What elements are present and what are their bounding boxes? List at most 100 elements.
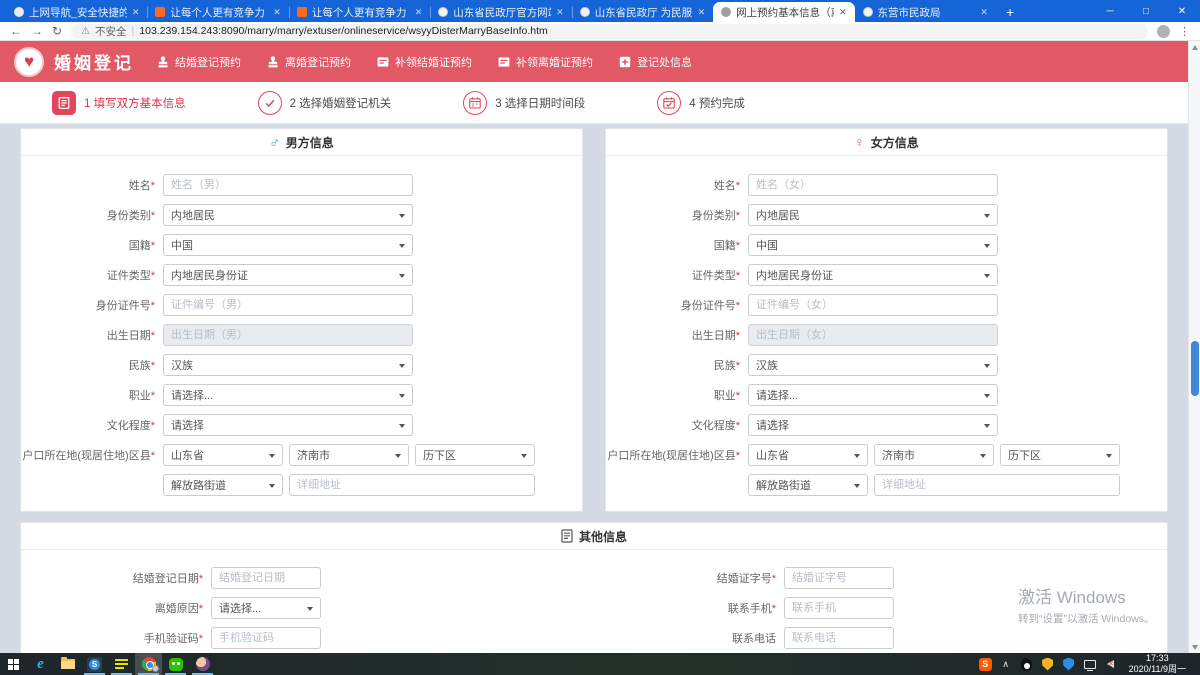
female-identity-category-select[interactable]: 内地居民	[748, 204, 998, 226]
maximize-button[interactable]: □	[1128, 0, 1164, 22]
site-nav-item-3[interactable]: 补领结婚证预约	[376, 54, 472, 70]
scrollbar-thumb[interactable]	[1191, 341, 1199, 396]
browser-tab[interactable]: 东营市民政局✕	[855, 2, 996, 22]
address-bar[interactable]: ⚠ 不安全 | 103.239.154.243:8090/marry/marry…	[71, 24, 1148, 39]
tab-close-icon[interactable]: ✕	[556, 7, 564, 18]
male-nationality-select[interactable]: 中国	[163, 234, 413, 256]
required-marker: *	[151, 210, 155, 222]
male-panel-body: 姓名*身份类别*内地居民国籍*中国证件类型*内地居民身份证身份证件号*出生日期*…	[21, 156, 582, 496]
taskbar-clock[interactable]: 17:33 2020/11/9周一	[1125, 653, 1194, 675]
other-sms-verify-code-input[interactable]	[211, 627, 321, 649]
male-occupation-select[interactable]: 请选择...	[163, 384, 413, 406]
scroll-up-arrow-icon[interactable]	[1189, 41, 1200, 53]
close-button[interactable]: ✕	[1164, 0, 1200, 22]
qq-icon[interactable]	[1020, 657, 1034, 671]
select-value: 济南市	[297, 447, 330, 463]
other-contact-mobile-input[interactable]	[784, 597, 894, 619]
female-certificate-number-input[interactable]	[748, 294, 998, 316]
step-4[interactable]: 4 预约完成	[657, 91, 745, 115]
scroll-down-arrow-icon[interactable]	[1189, 641, 1200, 653]
sogou-input-icon[interactable]: S	[979, 658, 992, 671]
shield-blue-icon[interactable]	[1062, 657, 1076, 671]
step-1[interactable]: 1 填写双方基本信息	[52, 91, 186, 115]
volume-muted-icon[interactable]	[1104, 657, 1118, 671]
female-certificate-type-select[interactable]: 内地居民身份证	[748, 264, 998, 286]
file-explorer-icon[interactable]	[54, 653, 81, 675]
tab-close-icon[interactable]: ✕	[273, 7, 281, 18]
male-ethnicity-select[interactable]: 汉族	[163, 354, 413, 376]
female-name-input[interactable]	[748, 174, 998, 196]
required-marker: *	[736, 300, 740, 312]
male-street-select[interactable]: 解放路街道	[163, 474, 283, 496]
female-nationality-select[interactable]: 中国	[748, 234, 998, 256]
select-value: 汉族	[171, 357, 193, 373]
start-button[interactable]	[0, 653, 27, 675]
browser-tab[interactable]: 上网导航_安全快捷的网址大全✕	[6, 2, 147, 22]
tab-close-icon[interactable]: ✕	[980, 7, 988, 18]
other-marriage-register-date-input[interactable]	[211, 567, 321, 589]
site-nav-item-5[interactable]: 登记处信息	[618, 54, 692, 70]
site-nav-item-2[interactable]: 离婚登记预约	[266, 54, 351, 70]
network-icon[interactable]	[1083, 657, 1097, 671]
other-contact-phone-input[interactable]	[784, 627, 894, 649]
tab-close-icon[interactable]: ✕	[839, 7, 847, 18]
site-nav-item-4[interactable]: 补领离婚证预约	[497, 54, 593, 70]
step-2[interactable]: 2 选择婚姻登记机关	[258, 91, 392, 115]
chrome-icon[interactable]	[135, 653, 162, 675]
tab-close-icon[interactable]: ✕	[415, 7, 423, 18]
female-district-select[interactable]: 历下区	[1000, 444, 1120, 466]
browser-menu-icon[interactable]: ⋮	[1179, 25, 1190, 38]
wechat-icon[interactable]	[162, 653, 189, 675]
shield-yellow-icon[interactable]	[1041, 657, 1055, 671]
system-tray: S ∧ 17:33 2020/11/9周一	[979, 653, 1200, 675]
male-city-select[interactable]: 济南市	[289, 444, 409, 466]
gov-site-favicon	[863, 7, 873, 17]
video-app-icon[interactable]	[189, 653, 216, 675]
tab-close-icon[interactable]: ✕	[698, 7, 706, 18]
page-scrollbar[interactable]	[1188, 41, 1200, 653]
select-value: 汉族	[756, 357, 778, 373]
female-detailed-address-input[interactable]	[874, 474, 1120, 496]
female-city-select[interactable]: 济南市	[874, 444, 994, 466]
required-marker: *	[736, 360, 740, 372]
step-3[interactable]: 3 选择日期时间段	[463, 91, 585, 115]
male-identity-category-select[interactable]: 内地居民	[163, 204, 413, 226]
calendar-icon	[463, 91, 487, 115]
notes-icon[interactable]	[108, 653, 135, 675]
minimize-button[interactable]: ─	[1092, 0, 1128, 22]
profile-icon[interactable]	[1157, 25, 1170, 38]
male-name-input[interactable]	[163, 174, 413, 196]
male-panel-header: ♂ 男方信息	[21, 129, 582, 156]
male-detailed-address-input[interactable]	[289, 474, 535, 496]
other-marriage-certificate-number-input[interactable]	[784, 567, 894, 589]
forward-icon[interactable]: →	[31, 25, 43, 37]
male-education-select[interactable]: 请选择	[163, 414, 413, 436]
female-occupation-select[interactable]: 请选择...	[748, 384, 998, 406]
male-certificate-type-select[interactable]: 内地居民身份证	[163, 264, 413, 286]
female-education-select[interactable]: 请选择	[748, 414, 998, 436]
new-tab-button[interactable]: +	[996, 4, 1024, 22]
browser-tab[interactable]: 山东省民政厅官方网站 下载专区✕	[430, 2, 571, 22]
browser-tab[interactable]: 让每个人更有竞争力✕	[289, 2, 430, 22]
form-row: 手机验证码*	[21, 627, 594, 649]
browser-tab[interactable]: 让每个人更有竞争力✕	[147, 2, 288, 22]
tray-expand-icon[interactable]: ∧	[999, 657, 1013, 671]
back-icon[interactable]: ←	[10, 25, 22, 37]
tab-close-icon[interactable]: ✕	[132, 7, 140, 18]
browser-360-icon[interactable]: S	[81, 653, 108, 675]
navigation-favicon	[14, 7, 24, 17]
female-ethnicity-select[interactable]: 汉族	[748, 354, 998, 376]
browser-tab[interactable]: 山东省民政厅 为民服务✕	[572, 2, 713, 22]
other-divorce-reason-select[interactable]: 请选择...	[211, 597, 321, 619]
female-street-select[interactable]: 解放路街道	[748, 474, 868, 496]
male-certificate-number-input[interactable]	[163, 294, 413, 316]
select-value: 山东省	[171, 447, 204, 463]
site-nav-item-1[interactable]: 结婚登记预约	[156, 54, 241, 70]
male-province-select[interactable]: 山东省	[163, 444, 283, 466]
male-district-select[interactable]: 历下区	[415, 444, 535, 466]
reload-icon[interactable]: ↻	[52, 25, 62, 37]
ie-icon[interactable]: e	[27, 653, 54, 675]
browser-toolbar: ← → ↻ ⚠ 不安全 | 103.239.154.243:8090/marry…	[0, 22, 1200, 41]
female-province-select[interactable]: 山东省	[748, 444, 868, 466]
browser-tab[interactable]: 网上预约基本信息（离婚）✕	[713, 2, 854, 22]
